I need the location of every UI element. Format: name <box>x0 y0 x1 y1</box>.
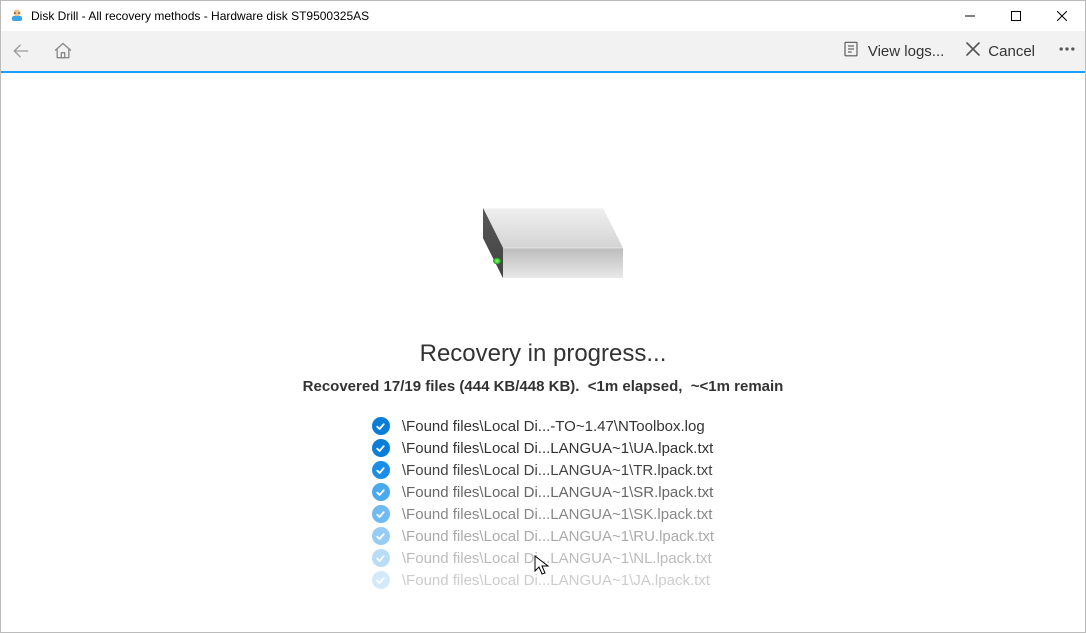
view-logs-button[interactable]: View logs... <box>842 40 944 62</box>
check-icon <box>372 439 390 457</box>
file-row: \Found files\Local Di...LANGUA~1\SK.lpac… <box>372 505 714 523</box>
check-icon <box>372 505 390 523</box>
cancel-label: Cancel <box>988 43 1035 60</box>
main-content: Recovery in progress... Recovered 17/19 … <box>1 73 1085 632</box>
close-button[interactable] <box>1039 1 1085 31</box>
file-row: \Found files\Local Di...LANGUA~1\RU.lpac… <box>372 527 714 545</box>
status-remain: ~<1m remain <box>691 378 784 395</box>
app-icon <box>9 8 25 24</box>
file-path: \Found files\Local Di...LANGUA~1\SR.lpac… <box>402 484 713 501</box>
check-icon <box>372 571 390 589</box>
logs-icon <box>842 40 860 62</box>
check-icon <box>372 549 390 567</box>
file-row: \Found files\Local Di...LANGUA~1\UA.lpac… <box>372 439 714 457</box>
status-recovered: Recovered 17/19 files (444 KB/448 KB). <box>303 378 580 395</box>
file-path: \Found files\Local Di...LANGUA~1\JA.lpac… <box>402 572 710 589</box>
file-path: \Found files\Local Di...LANGUA~1\TR.lpac… <box>402 462 713 479</box>
status-elapsed: <1m elapsed, <box>588 378 683 395</box>
check-icon <box>372 483 390 501</box>
check-icon <box>372 461 390 479</box>
file-path: \Found files\Local Di...-TO~1.47\NToolbo… <box>402 418 705 435</box>
file-row: \Found files\Local Di...-TO~1.47\NToolbo… <box>372 417 714 435</box>
window-controls <box>947 1 1085 31</box>
window-title: Disk Drill - All recovery methods - Hard… <box>31 9 369 23</box>
back-button[interactable] <box>11 41 31 61</box>
file-path: \Found files\Local Di...LANGUA~1\SK.lpac… <box>402 506 713 523</box>
more-button[interactable] <box>1057 39 1077 64</box>
minimize-button[interactable] <box>947 1 993 31</box>
disk-icon <box>453 173 633 318</box>
file-row: \Found files\Local Di...LANGUA~1\TR.lpac… <box>372 461 714 479</box>
file-row: \Found files\Local Di...LANGUA~1\SR.lpac… <box>372 483 714 501</box>
file-path: \Found files\Local Di...LANGUA~1\NL.lpac… <box>402 550 712 567</box>
close-icon <box>966 42 980 60</box>
file-path: \Found files\Local Di...LANGUA~1\UA.lpac… <box>402 440 713 457</box>
recovery-status: Recovered 17/19 files (444 KB/448 KB). <… <box>303 378 784 395</box>
toolbar: View logs... Cancel <box>1 31 1085 73</box>
maximize-button[interactable] <box>993 1 1039 31</box>
home-button[interactable] <box>53 41 73 61</box>
check-icon <box>372 527 390 545</box>
file-path: \Found files\Local Di...LANGUA~1\RU.lpac… <box>402 528 714 545</box>
file-row: \Found files\Local Di...LANGUA~1\JA.lpac… <box>372 571 714 589</box>
file-list: \Found files\Local Di...-TO~1.47\NToolbo… <box>372 417 714 589</box>
file-row: \Found files\Local Di...LANGUA~1\NL.lpac… <box>372 549 714 567</box>
titlebar: Disk Drill - All recovery methods - Hard… <box>1 1 1085 31</box>
cancel-button[interactable]: Cancel <box>966 42 1035 60</box>
check-icon <box>372 417 390 435</box>
recovery-headline: Recovery in progress... <box>420 340 667 368</box>
view-logs-label: View logs... <box>868 43 944 60</box>
